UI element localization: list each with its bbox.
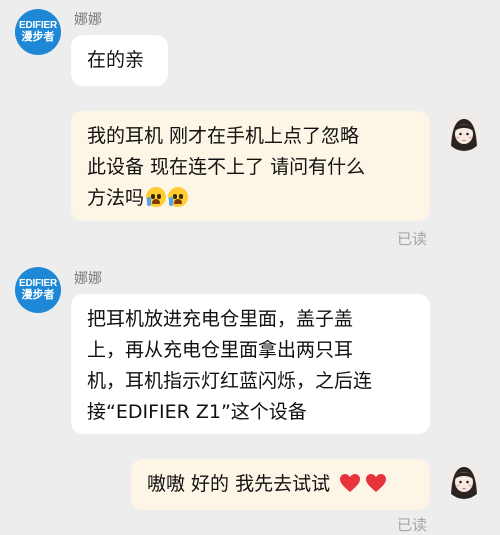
message-text-line: 方法吗: [87, 187, 145, 209]
message-text-line: 我的耳机 刚才在手机上点了忽略: [87, 125, 360, 147]
loudly-crying-face-icon: [168, 187, 189, 207]
message-text: 在的亲: [87, 49, 145, 71]
edifier-avatar[interactable]: EDIFIER 漫步者: [15, 267, 61, 313]
sender-name: 娜娜: [74, 271, 102, 287]
message-text-line: 此设备 现在连不上了 请问有什么: [87, 156, 366, 178]
avatar-brand-cn-text: 漫步者: [21, 288, 55, 302]
message-text-line: 把耳机放进充电仓里面，盖子盖: [87, 308, 354, 330]
message-bubble-outgoing[interactable]: 嗷嗷 好的 我先去试试: [131, 459, 430, 510]
user-avatar-illustration: [445, 461, 483, 499]
edifier-avatar[interactable]: EDIFIER 漫步者: [15, 9, 61, 55]
message-bubble-incoming[interactable]: 把耳机放进充电仓里面，盖子盖 上，再从充电仓里面拿出两只耳 机，耳机指示灯红蓝闪…: [71, 294, 430, 434]
read-status: 已读: [397, 230, 428, 248]
message-text-line: 机，耳机指示灯红蓝闪烁，之后连: [87, 370, 373, 392]
user-avatar[interactable]: [445, 113, 483, 151]
red-heart-icon: [366, 474, 387, 492]
sender-name: 娜娜: [74, 12, 102, 28]
user-avatar-illustration: [445, 113, 483, 151]
message-bubble-incoming[interactable]: 在的亲: [71, 35, 168, 86]
avatar-brand-cn-text: 漫步者: [21, 30, 55, 44]
message-bubble-outgoing[interactable]: 我的耳机 刚才在手机上点了忽略 此设备 现在连不上了 请问有什么 方法吗: [71, 111, 430, 221]
user-avatar[interactable]: [445, 461, 483, 499]
message-text-line: 上，再从充电仓里面拿出两只耳: [87, 339, 354, 361]
red-heart-icon: [340, 474, 361, 492]
read-status: 已读: [397, 516, 428, 534]
message-text-line: 接“EDIFIER Z1”这个设备: [87, 401, 307, 423]
message-text: 嗷嗷 好的 我先去试试: [147, 473, 331, 495]
loudly-crying-face-icon: [146, 187, 167, 207]
